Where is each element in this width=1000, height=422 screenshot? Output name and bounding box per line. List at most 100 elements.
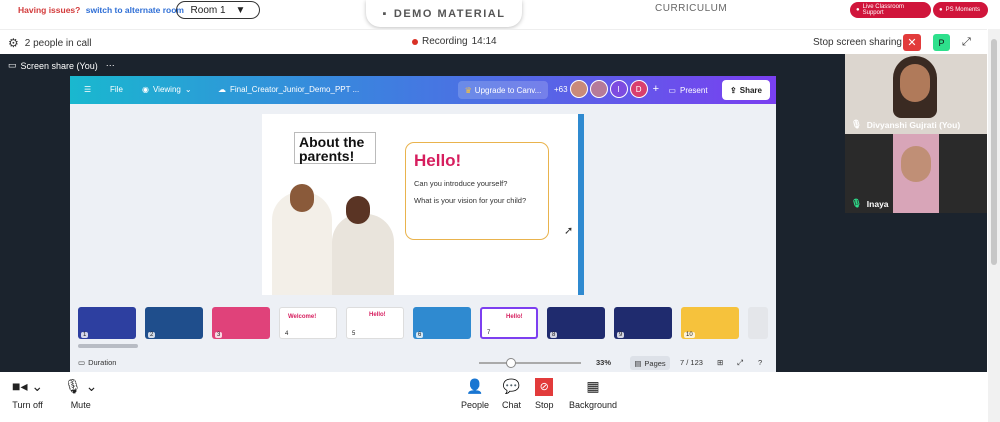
zoom-level[interactable]: 33% (596, 358, 611, 367)
user-avatar[interactable]: P (933, 34, 950, 51)
hello-heading: Hello! (414, 151, 462, 170)
gear-icon[interactable]: ⚙ (8, 36, 19, 50)
background-grid-icon: ▦ (586, 378, 600, 394)
slide-thumbnail[interactable]: 2 (145, 307, 203, 339)
background-button[interactable]: ▦ Background (569, 378, 617, 410)
slide-thumbnail-selected[interactable]: Hello! 7 (480, 307, 538, 339)
more-options-icon[interactable]: ⋯ (106, 60, 115, 71)
crown-icon: ♛ (464, 85, 472, 95)
present-button[interactable]: ▭ Present (660, 81, 716, 99)
thumb-title: Hello! (506, 314, 523, 320)
demo-material-label: DEMO MATERIAL (393, 7, 506, 20)
share-icon: ⇪ (730, 85, 737, 95)
slide-thumbnail-partial[interactable] (748, 307, 768, 339)
recording-indicator: Recording 14:14 (412, 36, 497, 47)
stop-share-icon: ⊘ (535, 378, 554, 396)
curriculum-tab[interactable]: CURRICULUM (655, 3, 727, 14)
slide-thumbnail[interactable]: 1 (78, 307, 136, 339)
zoom-slider-knob[interactable] (506, 358, 516, 368)
pages-button[interactable]: ▤ Pages (630, 356, 670, 370)
upgrade-label: Upgrade to Canv... (474, 85, 542, 95)
shared-canva-window: ☰ File ◉ Viewing ⌄ ☁ Final_Creator_Junio… (70, 76, 776, 372)
expand-icon[interactable]: ⤢ (962, 36, 971, 49)
grid-view-icon[interactable]: ⊞ (717, 358, 723, 367)
slide-thumbnail[interactable]: 9 (614, 307, 672, 339)
microphone-icon: 🎙 (851, 198, 862, 208)
file-menu[interactable]: File (110, 85, 123, 94)
collaborator-avatar-d: D (629, 80, 648, 98)
slide-thumbnail[interactable]: Hello! 5 (346, 307, 404, 339)
hamburger-menu-icon[interactable]: ☰ (84, 85, 91, 94)
page-count: 7 / 123 (680, 358, 703, 367)
slide-thumbnail[interactable]: 10 (681, 307, 739, 339)
thumb-number: 1 (81, 332, 89, 338)
plus-icon[interactable]: + (653, 83, 659, 95)
mute-toggle[interactable]: 🎙 ⌄ Mute (64, 378, 97, 410)
live-support-button[interactable]: ● Live Classroom Support (850, 2, 931, 18)
participant-name-inaya: 🎙 Inaya (851, 198, 889, 209)
page-scrollbar[interactable] (988, 29, 1000, 422)
people-icon: 👤 (466, 378, 484, 394)
chat-bubble-icon: 💬 (502, 378, 521, 394)
thumbnail-scrollbar[interactable] (78, 344, 138, 348)
slide-thumbnail[interactable]: 6 (413, 307, 471, 339)
slide-thumbnails: 1 2 3 Welcome! 4 Hello! 5 6 Hello! 7 8 9 10 (78, 305, 768, 341)
thumb-number: 7 (485, 330, 493, 336)
camera-toggle[interactable]: ■◂ ⌄ Turn off (12, 378, 43, 410)
fullscreen-icon[interactable]: ⤢ (737, 358, 743, 368)
timer-icon: ▭ (78, 358, 86, 367)
mute-label: Mute (70, 400, 91, 410)
ps-moments-button[interactable]: ● PS Moments (933, 2, 988, 18)
ps-moments-label: PS Moments (945, 7, 980, 13)
collab-count: +63 (554, 84, 568, 94)
duration-button[interactable]: ▭ Duration (78, 358, 116, 367)
chat-button[interactable]: 💬 Chat (502, 378, 521, 410)
slide-thumbnail[interactable]: 8 (547, 307, 605, 339)
pages-label: Pages (644, 358, 666, 368)
background-label: Background (569, 400, 618, 410)
stop-share-button[interactable]: ⊘ Stop (535, 378, 554, 410)
present-icon: ▭ (668, 85, 676, 95)
people-button[interactable]: 👤 People (461, 378, 489, 410)
slide-accent-stripe (578, 114, 584, 295)
people-count: ⚙ 2 people in call (8, 36, 91, 50)
screen-share-label: Screen share (You) (20, 60, 98, 71)
doc-title-area[interactable]: ☁ Final_Creator_Junior_Demo_PPT ... (218, 85, 359, 94)
switch-room-link[interactable]: switch to alternate room (86, 5, 184, 15)
participant-tile-self[interactable]: 🎙 Divyanshi Gujrati (You) (845, 54, 987, 134)
page-scrollbar-thumb[interactable] (991, 39, 997, 265)
stop-sharing-close-icon[interactable]: ✕ (903, 34, 921, 51)
slide-thumbnail[interactable]: Welcome! 4 (279, 307, 337, 339)
room-selector[interactable]: Room 1 ▼ (176, 1, 260, 19)
thumb-number: 3 (215, 332, 223, 338)
zoom-slider[interactable] (479, 362, 581, 364)
collaborator-avatars[interactable]: +63 I D + (554, 80, 659, 98)
collaborator-avatar-i: I (609, 80, 628, 98)
moments-icon: ● (939, 7, 943, 13)
demo-material-tab[interactable]: ▪ DEMO MATERIAL (366, 0, 522, 27)
cloud-icon: ☁ (218, 85, 226, 94)
chat-label: Chat (502, 400, 522, 410)
thumb-number: 8 (550, 332, 558, 338)
people-label: People (461, 400, 490, 410)
slide-thumbnail[interactable]: 3 (212, 307, 270, 339)
upgrade-button[interactable]: ♛ Upgrade to Canv... (458, 81, 548, 99)
participant-face-image (900, 64, 930, 102)
parent-mother-image (332, 214, 394, 295)
current-slide: About the parents! Hello! Can you introd… (262, 114, 584, 295)
people-count-label: 2 people in call (24, 37, 92, 49)
slide-about-title: About the parents! (294, 132, 376, 164)
hello-speech-bubble: Hello! Can you introduce yourself? What … (405, 142, 549, 240)
help-icon[interactable]: ? (758, 358, 762, 367)
turn-off-label: Turn off (12, 400, 43, 410)
microphone-icon: 🎙 ⌄ (64, 378, 98, 394)
recording-time: 14:14 (471, 36, 497, 47)
participant-tile-inaya[interactable]: 🎙 Inaya (845, 134, 987, 213)
participant-name-self: 🎙 Divyanshi Gujrati (You) (851, 119, 960, 130)
stop-sharing-label: Stop screen sharing (813, 37, 902, 48)
participant-name-label: Divyanshi Gujrati (You) (866, 119, 961, 130)
viewing-menu[interactable]: ◉ Viewing ⌄ (142, 85, 192, 94)
share-button[interactable]: ⇪ Share (722, 80, 770, 100)
screen-share-icon: ▭ (8, 60, 17, 70)
folder-icon: ▪ (382, 7, 388, 20)
